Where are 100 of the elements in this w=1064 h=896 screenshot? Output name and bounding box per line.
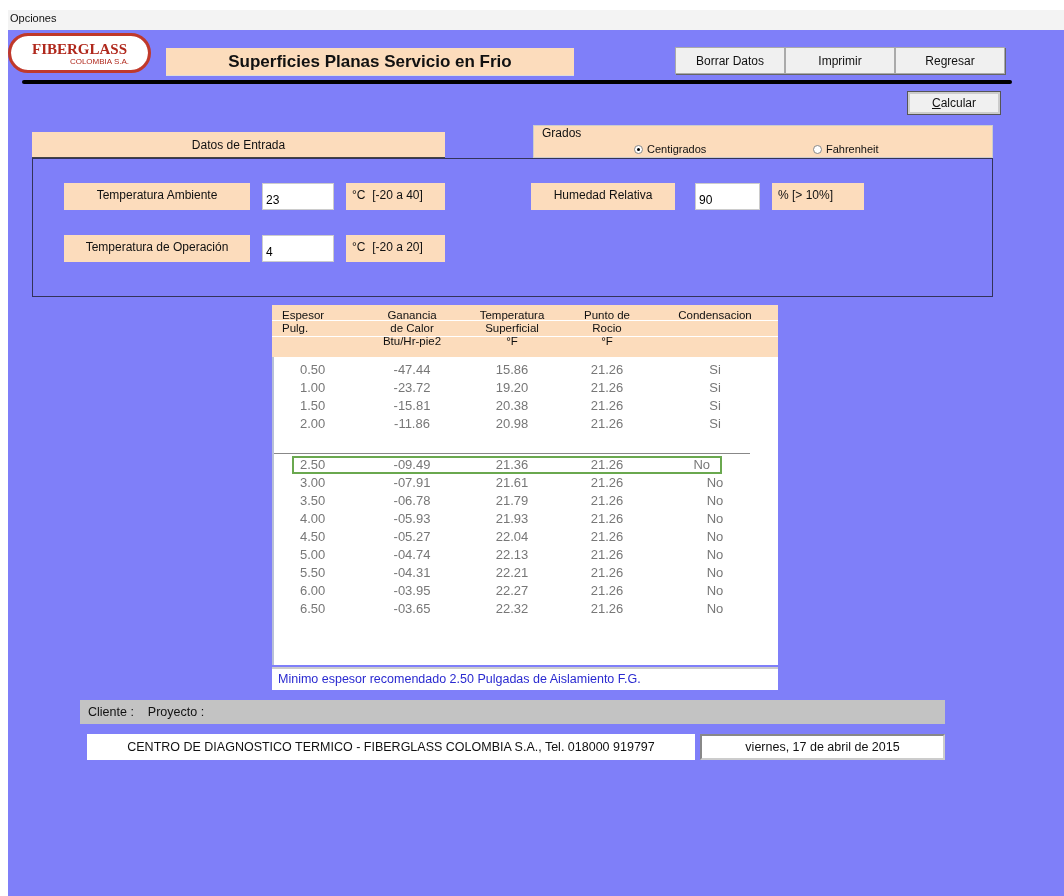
logo-subtitle: COLOMBIA S.A. (69, 56, 130, 66)
table-cell-text: 4.50 (299, 528, 327, 546)
input-field[interactable]: 23 (262, 183, 334, 210)
table-cell-text: -03.65 (392, 600, 432, 618)
unit-range: °C [-20 a 20] (346, 235, 445, 262)
table-cell-text: Si (708, 379, 722, 397)
input-field[interactable]: 4 (262, 235, 334, 262)
table-cell-text: 21.26 (589, 492, 625, 510)
table-cell-text: 15.86 (494, 361, 530, 379)
date-field: viernes, 17 de abril de 2015 (700, 734, 945, 760)
table-cell-text: 19.20 (494, 379, 530, 397)
table-cell-text: 21.26 (589, 600, 625, 618)
table-cell-text: 21.26 (589, 546, 625, 564)
table-cell-text: 22.32 (494, 600, 530, 618)
table-cell-text: -09.49 (392, 456, 432, 474)
table-cell-text: 21.26 (589, 528, 625, 546)
table-cell-text: -07.91 (392, 474, 432, 492)
radio-button[interactable] (813, 144, 822, 154)
field-label: Temperatura Ambiente (64, 183, 250, 210)
table-cell-text: 22.21 (494, 564, 530, 582)
table-cell-text: 21.26 (589, 474, 625, 492)
table-cell-text: 6.00 (299, 582, 327, 600)
table-cell-text: 2.50 (299, 456, 327, 474)
column-header: Condensacion (677, 308, 753, 323)
calculate-button[interactable]: Calcular (908, 92, 1000, 114)
table-cell-text: -47.44 (392, 361, 432, 379)
column-header: Espesor Pulg. (281, 308, 326, 336)
toolbar-button[interactable]: Borrar Datos (675, 47, 785, 74)
table-cell-text: 5.00 (299, 546, 327, 564)
field-label: Humedad Relativa (531, 183, 675, 210)
toolbar-button[interactable]: Imprimir (785, 47, 895, 74)
table-cell-text: -11.86 (393, 415, 431, 433)
table-cell-text: 22.04 (494, 528, 530, 546)
section-heading: Datos de Entrada (32, 132, 445, 158)
table-cell-text: 21.26 (589, 361, 625, 379)
unit-range: % [> 10%] (772, 183, 864, 210)
menu-item[interactable]: Opciones (8, 10, 57, 24)
table-cell-text: 3.50 (299, 492, 327, 510)
table-cell-text: 5.50 (299, 564, 327, 582)
table-cell-text: 21.26 (589, 564, 625, 582)
group-label: Grados (542, 126, 582, 140)
table-cell-text: 21.61 (494, 474, 530, 492)
table-cell-text: No (705, 510, 725, 528)
table-cell-text: No (705, 600, 725, 618)
client-label: Cliente : (88, 705, 134, 719)
column-header: Punto de Rocio °F (582, 308, 631, 349)
table-cell-text: Si (708, 415, 722, 433)
table-cell-text: 21.26 (589, 379, 625, 397)
table-cell-text: 21.26 (589, 510, 625, 528)
table-cell-text: 21.36 (494, 456, 530, 474)
column-header: Temperatura Superficial °F (478, 308, 546, 349)
table-cell-text: -04.31 (392, 564, 432, 582)
selected-row[interactable]: 2.50 -09.49 21.36 21.26 No (292, 456, 722, 474)
logo-text: FIBERGLASS (31, 40, 127, 57)
table-cell-text: No (705, 492, 725, 510)
table-cell-text: 21.93 (494, 510, 530, 528)
table-cell-text: Si (708, 397, 722, 415)
table-cell-text: -05.27 (392, 528, 432, 546)
table-cell-text: 20.98 (494, 415, 530, 433)
table-cell-text: 2.00 (299, 415, 327, 433)
table-cell-text: 22.13 (494, 546, 530, 564)
form-title: Superficies Planas Servicio en Frio (166, 48, 574, 76)
table-cell-text: 21.79 (494, 492, 530, 510)
column-header: Ganancia de Calor Btu/Hr-pie2 (381, 308, 443, 349)
radio-button[interactable] (634, 144, 643, 154)
table-cell-text: 1.50 (299, 397, 327, 415)
radio-label: Centigrados (647, 143, 707, 155)
table-cell-text: 21.26 (589, 582, 625, 600)
table-cell-text: No (705, 528, 725, 546)
input-field[interactable]: 90 (695, 183, 760, 210)
table-cell-text: 3.00 (299, 474, 327, 492)
table-cell-text: No (705, 474, 725, 492)
toolbar-button[interactable]: Regresar (895, 47, 1005, 74)
table-cell-text: Si (708, 361, 722, 379)
table-cell-text: No (705, 564, 725, 582)
unit-range: °C [-20 a 40] (346, 183, 445, 210)
table-cell-text: -03.95 (392, 582, 432, 600)
table-cell-text: -06.78 (392, 492, 432, 510)
table-cell-text: 20.38 (494, 397, 530, 415)
table-cell-text: -05.93 (392, 510, 432, 528)
table-cell-text: 6.50 (299, 600, 327, 618)
table-cell-text: 0.50 (299, 361, 327, 379)
table-cell-text: 1.00 (299, 379, 327, 397)
table-cell-text: 4.00 (299, 510, 327, 528)
table-cell-text: -15.81 (392, 397, 432, 415)
field-label: Temperatura de Operación (64, 235, 250, 262)
table-cell-text: No (705, 546, 725, 564)
company-info: CENTRO DE DIAGNOSTICO TERMICO - FIBERGLASS COLOMBIA S.A., Tel. 018000 919797 (87, 734, 695, 760)
radio-label: Fahrenheit (826, 143, 879, 155)
table-cell-text: 22.27 (494, 582, 530, 600)
radio-option[interactable]: Centigrados (634, 143, 813, 155)
client-label: Proyecto : (147, 705, 205, 719)
radio-option[interactable]: Fahrenheit (813, 143, 992, 155)
table-cell-text: No (705, 582, 725, 600)
table-cell-text: 21.26 (589, 456, 625, 474)
recommendation-text: Minimo espesor recomendado 2.50 Pulgadas de Aislamiento F.G. (272, 667, 778, 690)
table-cell-text: -04.74 (392, 546, 432, 564)
table-cell-text: No (692, 456, 711, 474)
table-cell-text: 21.26 (589, 415, 625, 433)
table-cell-text: 21.26 (589, 397, 625, 415)
